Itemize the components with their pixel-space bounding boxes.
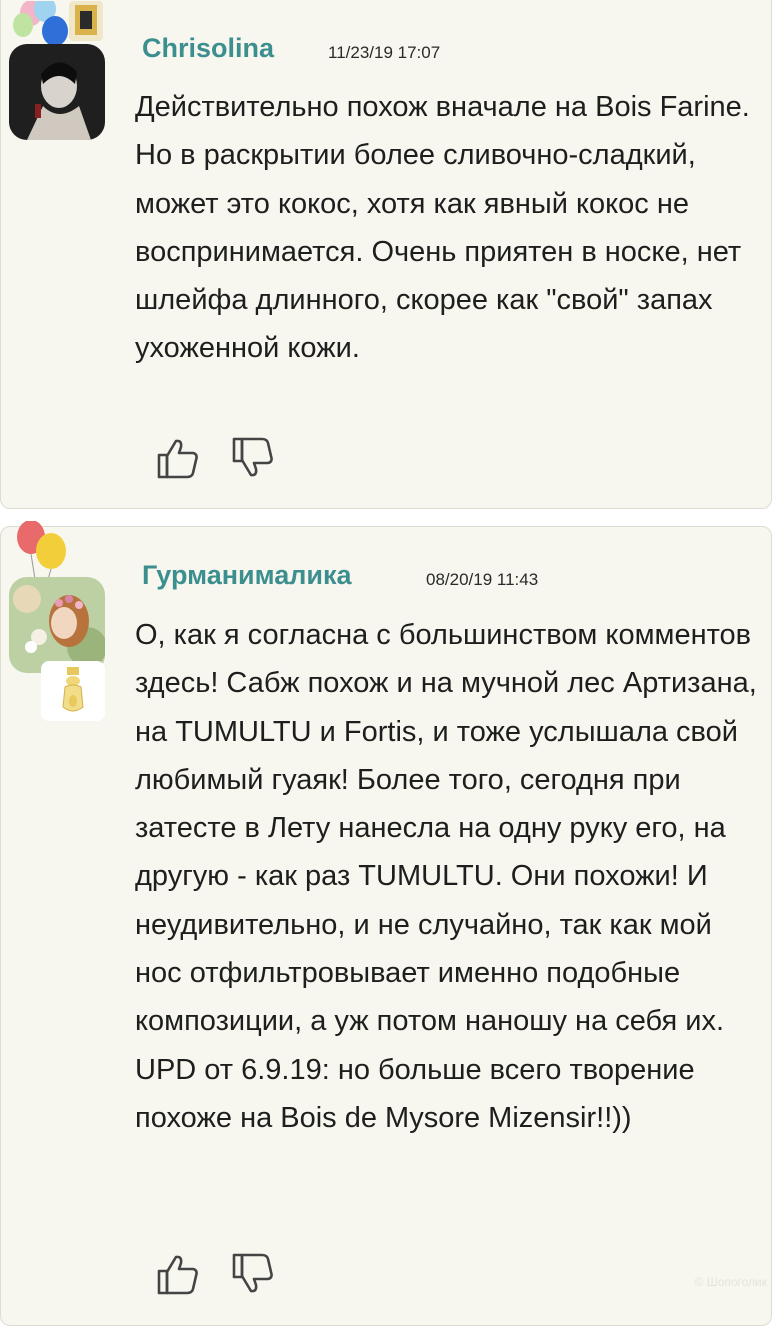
thumbs-up-icon: [157, 1255, 198, 1295]
like-button[interactable]: [155, 1251, 201, 1297]
avatar[interactable]: [9, 577, 105, 673]
comment-date: 08/20/19 11:43: [426, 570, 539, 589]
comment-card: Chrisolina 11/23/19 17:07 Действительно …: [0, 0, 772, 509]
comment-paragraph: Действительно похож вначале на Bois Fari…: [135, 91, 750, 365]
comment-date: 11/23/19 17:07: [328, 43, 441, 62]
comment-text: Действительно похож вначале на Bois Fari…: [135, 83, 765, 373]
balloon-badge-icon: [9, 1, 107, 49]
thumbs-down-icon: [232, 1253, 273, 1293]
comment-text: О, как я согласна с большинством коммент…: [135, 611, 765, 1142]
dislike-button[interactable]: [230, 1251, 276, 1297]
author-name[interactable]: Гурманималика: [142, 560, 352, 591]
dislike-button[interactable]: [230, 435, 276, 481]
comment-card: Гурманималика 08/20/19 11:43 О, как я со…: [0, 521, 772, 1326]
comment-update-paragraph: UPD от 6.9.19: но больше всего творение …: [135, 1053, 695, 1134]
avatar[interactable]: [9, 44, 105, 140]
watermark: © Шопоголик: [694, 1275, 768, 1289]
author-name[interactable]: Chrisolina: [142, 33, 274, 64]
thumbs-down-icon: [232, 437, 273, 477]
thumbs-up-icon: [157, 439, 198, 479]
balloon-badge-icon: [11, 521, 73, 583]
perfume-bottle-badge-icon: [41, 661, 105, 721]
comment-paragraph: О, как я согласна с большинством коммент…: [135, 619, 757, 1038]
like-button[interactable]: [155, 435, 201, 481]
